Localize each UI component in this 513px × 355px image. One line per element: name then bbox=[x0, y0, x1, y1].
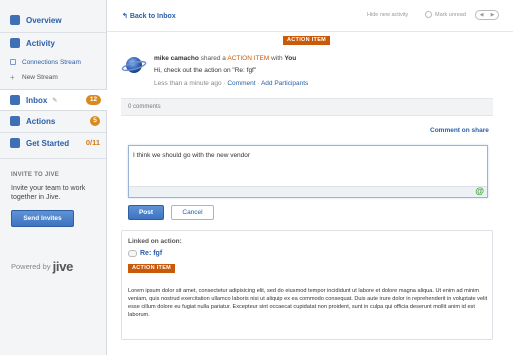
back-label: Back to Inbox bbox=[129, 13, 176, 20]
invite-text: Invite your team to work together in Jiv… bbox=[11, 185, 86, 201]
sidebar-item-label: Activity bbox=[26, 38, 55, 48]
next-icon[interactable]: ▶ bbox=[491, 12, 495, 18]
sidebar-item-label: Get Started bbox=[26, 138, 70, 148]
comments-bar: 0 comments bbox=[121, 98, 493, 116]
post-action-item-link[interactable]: ACTION ITEM bbox=[227, 55, 269, 62]
send-invites-button[interactable]: Send Invites bbox=[11, 210, 74, 227]
discussion-bubble-icon bbox=[128, 250, 137, 257]
post-with: with bbox=[271, 55, 283, 62]
get-started-icon bbox=[10, 138, 20, 148]
topbar: ↰ Back to Inbox Hide new activity Mark u… bbox=[107, 0, 513, 32]
overview-icon bbox=[10, 15, 20, 25]
sidebar-item-actions[interactable]: Actions 5 bbox=[0, 111, 106, 131]
hide-new-activity-link[interactable]: Hide new activity bbox=[367, 12, 408, 18]
back-to-inbox-link[interactable]: ↰ Back to Inbox bbox=[122, 12, 176, 20]
mark-unread-toggle[interactable]: Mark unread bbox=[425, 11, 466, 18]
prev-icon[interactable]: ◀ bbox=[480, 12, 484, 18]
linked-action-item-tag: ACTION ITEM bbox=[128, 264, 176, 273]
post-timestamp: Less than a minute ago bbox=[154, 80, 222, 87]
sidebar-item-connections-stream[interactable]: Connections Stream bbox=[0, 55, 106, 69]
actions-icon bbox=[10, 116, 20, 126]
mark-unread-checkbox[interactable] bbox=[425, 11, 432, 18]
comment-input[interactable]: I think we should go with the new vendor bbox=[133, 152, 250, 159]
prev-next-pager[interactable]: ◀ ▶ bbox=[475, 10, 499, 20]
sidebar-item-activity[interactable]: Activity bbox=[0, 33, 106, 53]
powered-by-text: Powered by bbox=[11, 262, 51, 271]
comment-editor[interactable]: I think we should go with the new vendor… bbox=[128, 145, 488, 198]
linked-title-link[interactable]: Re: fgf bbox=[140, 250, 162, 257]
planet-avatar-icon bbox=[121, 57, 147, 73]
sidebar-item-get-started[interactable]: Get Started 0/11 bbox=[0, 133, 106, 153]
post-button[interactable]: Post bbox=[128, 205, 164, 220]
post-meta: Less than a minute ago · Comment · Add P… bbox=[154, 80, 309, 87]
editor-toolbar bbox=[129, 186, 487, 197]
get-started-progress: 0/11 bbox=[85, 138, 100, 147]
add-participants-link[interactable]: Add Participants bbox=[261, 80, 308, 87]
divider bbox=[0, 158, 106, 159]
mention-icon[interactable]: @ bbox=[475, 186, 484, 196]
linked-body: Lorem ipsum dolor sit amet, consectetur … bbox=[128, 288, 488, 318]
action-item-tag: ACTION ITEM bbox=[283, 36, 331, 45]
activity-icon bbox=[10, 38, 20, 48]
stream-icon bbox=[10, 59, 16, 65]
powered-by: Powered by jive bbox=[11, 259, 73, 274]
post-author[interactable]: mike camacho bbox=[154, 55, 199, 62]
inbox-count-badge: 12 bbox=[86, 95, 101, 105]
comment-on-share-link[interactable]: Comment on share bbox=[430, 127, 489, 134]
mark-unread-label: Mark unread bbox=[435, 11, 466, 18]
cancel-button[interactable]: Cancel bbox=[171, 205, 214, 220]
plus-icon: + bbox=[10, 72, 15, 82]
post-header: mike camacho shared a ACTION ITEM with Y… bbox=[154, 55, 296, 62]
sidebar-item-inbox[interactable]: Inbox ✎ 12 bbox=[0, 89, 107, 111]
post-verb: shared a bbox=[200, 55, 226, 62]
sidebar-item-label: Inbox bbox=[26, 95, 48, 105]
sidebar-item-new-stream[interactable]: + New Stream bbox=[0, 70, 106, 84]
sidebar-item-overview[interactable]: Overview bbox=[0, 10, 106, 30]
invite-heading: INVITE TO JIVE bbox=[11, 172, 60, 178]
sidebar-item-label: Connections Stream bbox=[22, 58, 81, 66]
back-arrow-icon: ↰ bbox=[122, 13, 128, 20]
pin-icon: ✎ bbox=[52, 97, 58, 104]
sidebar-item-label: Overview bbox=[26, 15, 62, 25]
linked-action-panel bbox=[121, 230, 493, 340]
sidebar-item-label: New Stream bbox=[22, 73, 58, 81]
post-recipient[interactable]: You bbox=[284, 55, 296, 62]
comment-count: 0 comments bbox=[128, 104, 161, 110]
linked-title-row[interactable]: Re: fgf bbox=[128, 250, 162, 257]
jive-logo: jive bbox=[52, 259, 74, 274]
comment-link[interactable]: Comment bbox=[227, 80, 255, 87]
post-message: Hi, check out the action on "Re: fgf" bbox=[154, 67, 257, 74]
sidebar: Overview Activity Connections Stream + N… bbox=[0, 0, 107, 355]
sidebar-item-label: Actions bbox=[26, 116, 56, 126]
inbox-icon bbox=[10, 95, 20, 105]
linked-heading: Linked on action: bbox=[128, 238, 182, 245]
actions-count-badge: 5 bbox=[90, 116, 100, 126]
